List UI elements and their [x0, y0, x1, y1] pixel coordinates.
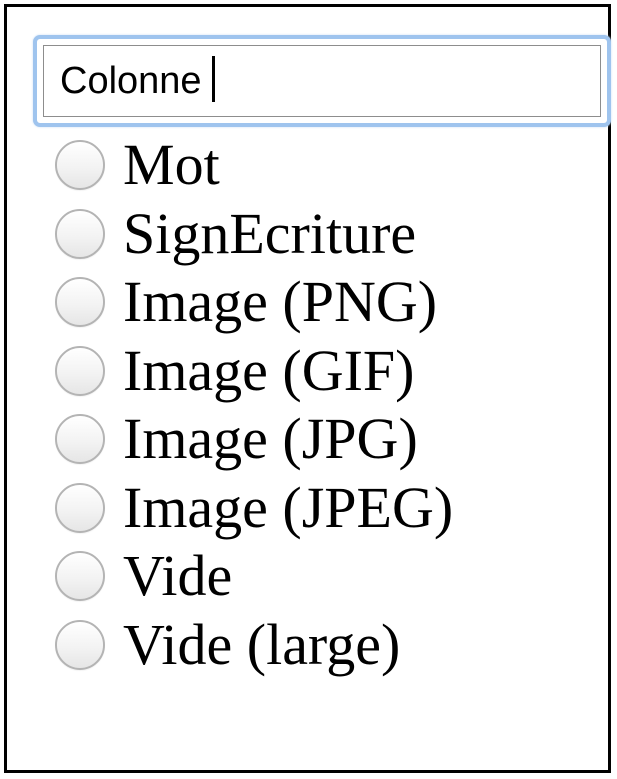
radio-option-image-png[interactable]: Image (PNG): [55, 268, 453, 337]
radio-button[interactable]: [55, 619, 105, 670]
radio-option-vide-large[interactable]: Vide (large): [55, 611, 453, 680]
radio-option-image-jpeg[interactable]: Image (JPEG): [55, 474, 453, 543]
radio-label[interactable]: Image (JPEG): [123, 478, 453, 537]
radio-option-mot[interactable]: Mot: [55, 131, 453, 200]
radio-option-image-jpg[interactable]: Image (JPG): [55, 405, 453, 474]
column-type-panel: Colonne Mot SignEcriture Image (PNG) Ima…: [4, 4, 611, 773]
column-type-radio-group: Mot SignEcriture Image (PNG) Image (GIF)…: [55, 131, 453, 679]
radio-button[interactable]: [55, 208, 105, 259]
radio-label[interactable]: Vide (large): [123, 615, 400, 674]
column-name-input[interactable]: Colonne: [43, 45, 601, 117]
radio-option-image-gif[interactable]: Image (GIF): [55, 337, 453, 406]
radio-label[interactable]: Image (GIF): [123, 341, 415, 400]
radio-label[interactable]: Image (PNG): [123, 273, 437, 331]
column-name-field-focus-ring: Colonne: [33, 35, 611, 127]
radio-option-vide[interactable]: Vide: [55, 542, 453, 611]
radio-label[interactable]: SignEcriture: [123, 204, 416, 263]
radio-label[interactable]: Vide: [123, 547, 232, 605]
text-caret: [211, 56, 215, 102]
radio-button[interactable]: [55, 140, 105, 191]
radio-button[interactable]: [55, 482, 105, 533]
radio-label[interactable]: Mot: [123, 136, 220, 194]
radio-button[interactable]: [55, 551, 105, 602]
column-name-value: Colonne: [60, 60, 202, 102]
radio-button[interactable]: [55, 345, 105, 396]
radio-option-signecriture[interactable]: SignEcriture: [55, 200, 453, 269]
radio-button[interactable]: [55, 277, 105, 328]
radio-button[interactable]: [55, 414, 105, 465]
radio-label[interactable]: Image (JPG): [123, 410, 418, 468]
